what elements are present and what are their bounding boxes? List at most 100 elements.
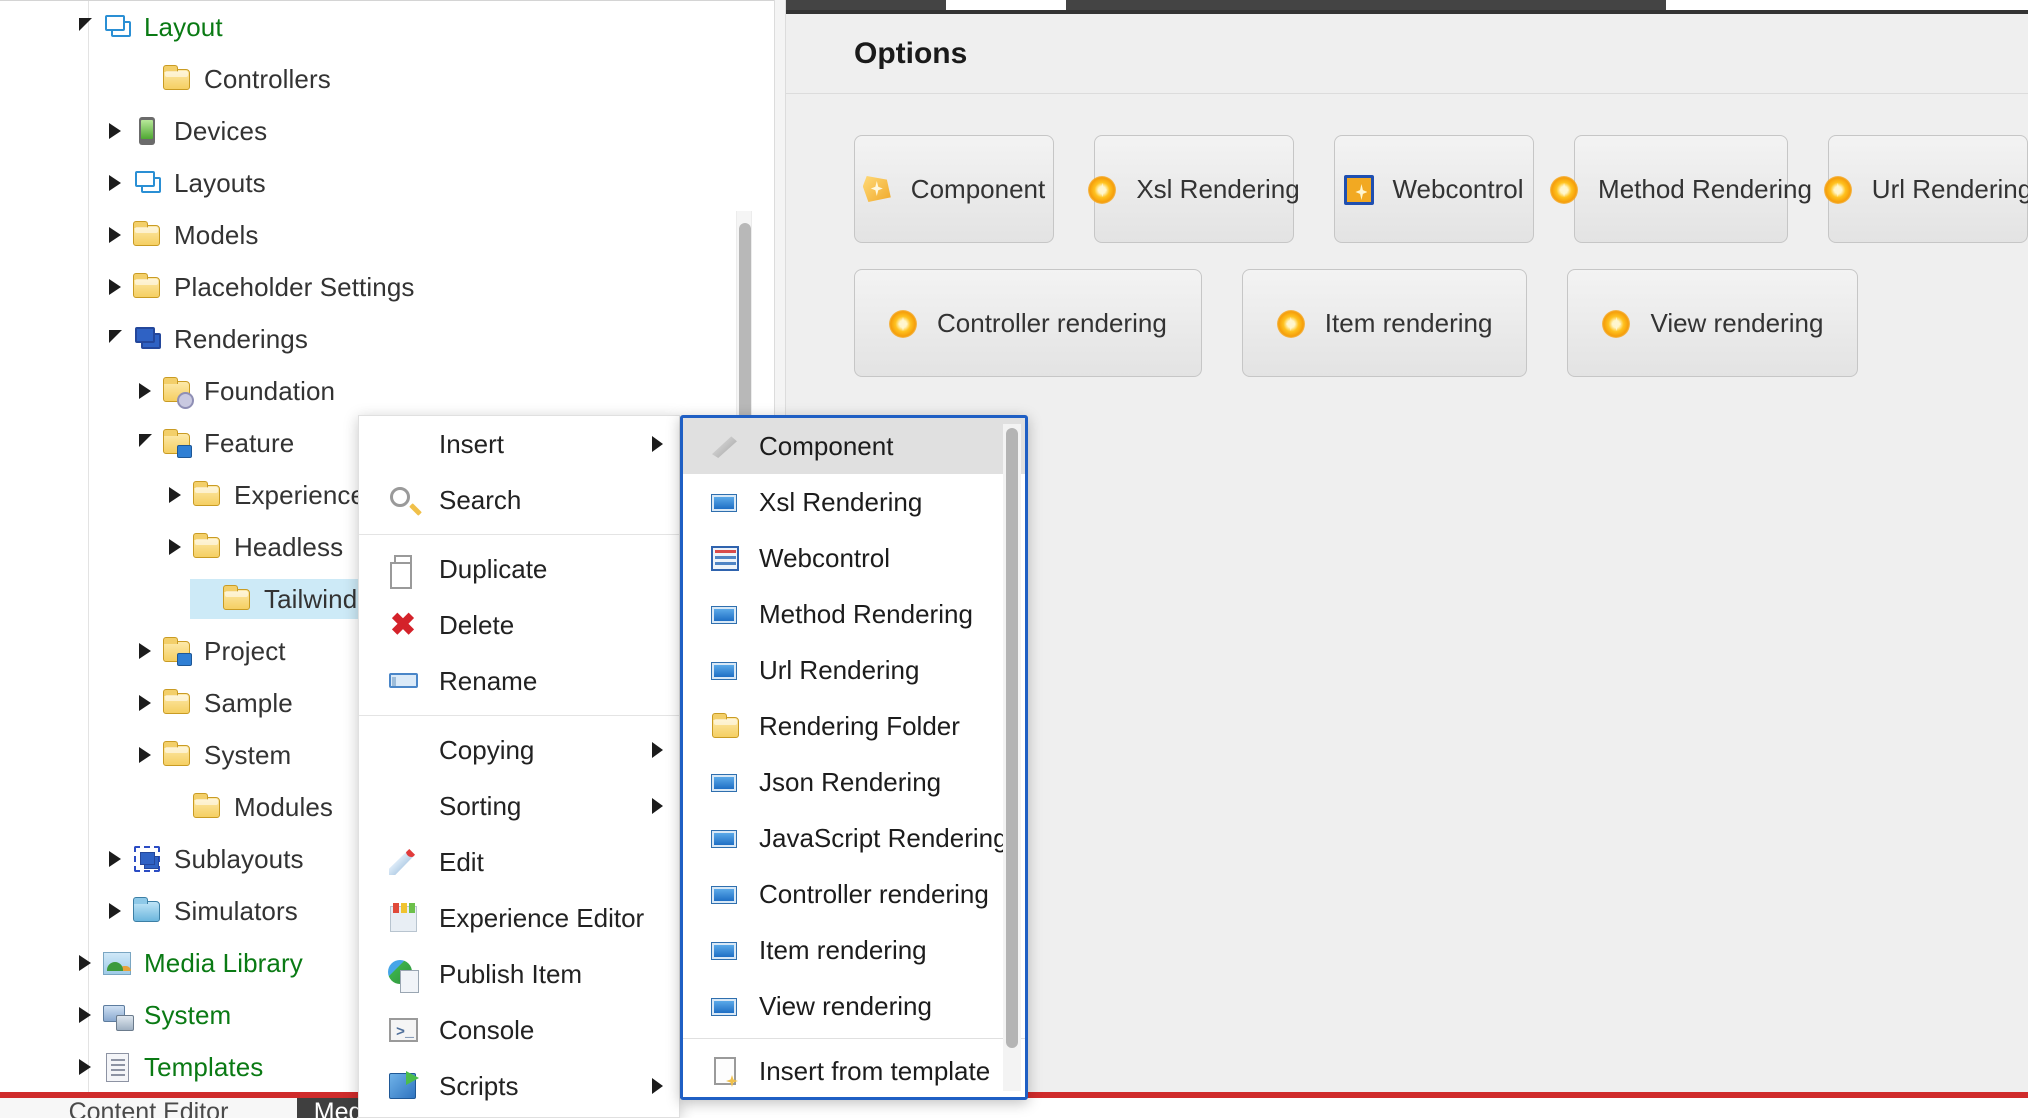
tree-item-hit[interactable]: Models — [100, 215, 268, 255]
option-button-method-rendering[interactable]: Method Rendering — [1574, 135, 1788, 243]
insert-submenu-item-controller-rendering[interactable]: Controller rendering — [683, 866, 1025, 922]
tabstrip-segment-left[interactable] — [786, 0, 946, 10]
context-menu-item-insert[interactable]: Insert — [359, 416, 679, 472]
bottom-tabbar-filler — [482, 1098, 2028, 1118]
context-menu-item-sorting[interactable]: Sorting — [359, 778, 679, 834]
context-menu-item-publish-item[interactable]: Publish Item — [359, 946, 679, 1002]
tree-twisty-collapsed-icon[interactable] — [160, 475, 190, 515]
tree-item-layouts[interactable]: Layouts — [0, 157, 774, 209]
tree-item-label: Tailwind — [264, 584, 357, 615]
insert-submenu-item-component[interactable]: Component — [683, 418, 1025, 474]
star-orange-icon — [889, 308, 919, 338]
tree-twisty-collapsed-icon[interactable] — [100, 215, 130, 255]
submenu-scrollbar-thumb[interactable] — [1006, 428, 1018, 1048]
tree-twisty-collapsed-icon[interactable] — [70, 1047, 100, 1087]
option-button-controller-rendering[interactable]: Controller rendering — [854, 269, 1202, 377]
option-button-component[interactable]: Component — [854, 135, 1054, 243]
insert-submenu-item-insert-from-template[interactable]: Insert from template — [683, 1043, 1025, 1099]
tree-twisty-expanded-icon[interactable] — [100, 319, 130, 359]
tree-item-hit[interactable]: Layouts — [100, 163, 276, 203]
tree-twisty-collapsed-icon[interactable] — [130, 371, 160, 411]
tree-item-label: Models — [174, 220, 258, 251]
insert-submenu-item-view-rendering[interactable]: View rendering — [683, 978, 1025, 1034]
pencil-icon — [387, 845, 421, 879]
tree-item-hit[interactable]: Project — [130, 631, 296, 671]
option-button-item-rendering[interactable]: Item rendering — [1242, 269, 1528, 377]
context-menu-item-label: Search — [439, 485, 521, 516]
tree-item-hit[interactable]: Simulators — [100, 891, 308, 931]
tabstrip-segment-right[interactable] — [1066, 0, 1666, 10]
tree-item-hit[interactable]: Tailwind — [190, 579, 367, 619]
tree-twisty-collapsed-icon[interactable] — [100, 111, 130, 151]
tree-item-hit[interactable]: Devices — [100, 111, 277, 151]
context-menu-item-experience-editor[interactable]: Experience Editor — [359, 890, 679, 946]
tree-twisty-collapsed-icon[interactable] — [100, 267, 130, 307]
editor-tabstrip[interactable] — [786, 0, 2028, 14]
tree-item-hit[interactable]: Templates — [70, 1047, 273, 1087]
context-menu-item-scripts[interactable]: Scripts — [359, 1058, 679, 1114]
context-menu-item-duplicate[interactable]: Duplicate — [359, 541, 679, 597]
tree-item-hit[interactable]: Controllers — [130, 59, 341, 99]
tree-twisty-collapsed-icon[interactable] — [160, 527, 190, 567]
tree-twisty-collapsed-icon[interactable] — [130, 683, 160, 723]
bottom-tabbar[interactable]: Content EditorMedia Library — [0, 1098, 2028, 1118]
context-menu-item-edit[interactable]: Edit — [359, 834, 679, 890]
option-button-url-rendering[interactable]: Url Rendering — [1828, 135, 2028, 243]
tree-item-label: Experience — [234, 480, 365, 511]
insert-submenu-item-rendering-folder[interactable]: Rendering Folder — [683, 698, 1025, 754]
insert-submenu-item-webcontrol[interactable]: Webcontrol — [683, 530, 1025, 586]
tree-twisty-expanded-icon[interactable] — [130, 423, 160, 463]
context-menu-item-delete[interactable]: ✖Delete — [359, 597, 679, 653]
context-menu-item-copying[interactable]: Copying — [359, 722, 679, 778]
option-button-xsl-rendering[interactable]: Xsl Rendering — [1094, 135, 1294, 243]
tree-item-controllers[interactable]: Controllers — [0, 53, 774, 105]
option-button-webcontrol[interactable]: Webcontrol — [1334, 135, 1534, 243]
insert-submenu-list[interactable]: ComponentXsl RenderingWebcontrolMethod R… — [683, 418, 1025, 1099]
insert-submenu-item-item-rendering[interactable]: Item rendering — [683, 922, 1025, 978]
tree-item-placeholder-settings[interactable]: Placeholder Settings — [0, 261, 774, 313]
blue-rect-icon — [709, 822, 741, 854]
bottom-tab-content-editor[interactable]: Content Editor — [0, 1098, 297, 1118]
insert-submenu-item-url-rendering[interactable]: Url Rendering — [683, 642, 1025, 698]
tree-twisty-collapsed-icon[interactable] — [130, 735, 160, 775]
tree-item-hit[interactable]: Feature — [130, 423, 304, 463]
tree-twisty-collapsed-icon[interactable] — [70, 943, 100, 983]
tree-item-hit[interactable]: Experience — [160, 475, 375, 515]
submenu-scrollbar-track[interactable] — [1003, 424, 1021, 1091]
insert-submenu[interactable]: ComponentXsl RenderingWebcontrolMethod R… — [680, 415, 1028, 1100]
insert-submenu-item-method-rendering[interactable]: Method Rendering — [683, 586, 1025, 642]
tree-item-hit[interactable]: Placeholder Settings — [100, 267, 424, 307]
tree-item-hit[interactable]: Modules — [160, 787, 343, 827]
tree-item-renderings[interactable]: Renderings — [0, 313, 774, 365]
context-menu-item-console[interactable]: Console — [359, 1002, 679, 1058]
tree-item-hit[interactable]: Sample — [130, 683, 303, 723]
tree-item-hit[interactable]: Foundation — [130, 371, 345, 411]
insert-submenu-item-javascript-rendering[interactable]: JavaScript Rendering — [683, 810, 1025, 866]
tree-item-foundation[interactable]: Foundation — [0, 365, 774, 417]
tree-item-hit[interactable]: Sublayouts — [100, 839, 314, 879]
tree-item-label: Sample — [204, 688, 293, 719]
tree-item-hit[interactable]: System — [70, 995, 241, 1035]
context-menu-item-label: Experience Editor — [439, 903, 644, 934]
tree-item-hit[interactable]: Headless — [160, 527, 353, 567]
context-menu[interactable]: Insert Search Duplicate✖DeleteRename Copyin… — [358, 415, 680, 1118]
tree-twisty-collapsed-icon[interactable] — [100, 839, 130, 879]
insert-submenu-item-json-rendering[interactable]: Json Rendering — [683, 754, 1025, 810]
option-button-view-rendering[interactable]: View rendering — [1567, 269, 1858, 377]
tree-twisty-collapsed-icon[interactable] — [130, 631, 160, 671]
tree-item-hit[interactable]: Layout — [70, 7, 233, 47]
tree-item-layout[interactable]: Layout — [0, 1, 774, 53]
tree-twisty-collapsed-icon[interactable] — [100, 163, 130, 203]
tree-item-devices[interactable]: Devices — [0, 105, 774, 157]
tree-twisty-collapsed-icon[interactable] — [100, 891, 130, 931]
tree-twisty-expanded-icon[interactable] — [70, 7, 100, 47]
option-button-label: Webcontrol — [1392, 174, 1523, 205]
tree-twisty-collapsed-icon[interactable] — [70, 995, 100, 1035]
context-menu-item-rename[interactable]: Rename — [359, 653, 679, 709]
tree-item-hit[interactable]: Media Library — [70, 943, 313, 983]
context-menu-item-search[interactable]: Search — [359, 472, 679, 528]
tree-item-hit[interactable]: System — [130, 735, 301, 775]
insert-submenu-item-xsl-rendering[interactable]: Xsl Rendering — [683, 474, 1025, 530]
tree-item-hit[interactable]: Renderings — [100, 319, 318, 359]
tree-item-models[interactable]: Models — [0, 209, 774, 261]
